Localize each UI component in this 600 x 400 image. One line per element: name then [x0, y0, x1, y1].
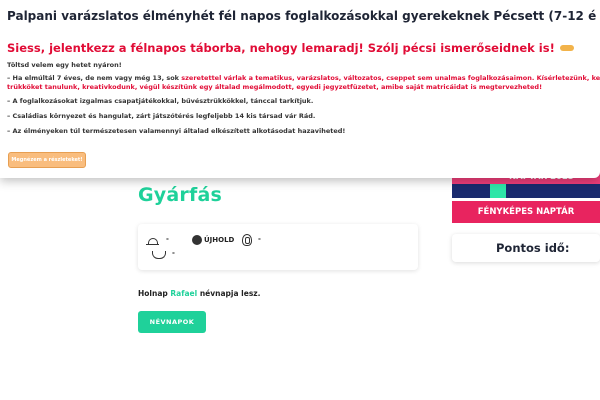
photo-calendar-button[interactable]: FÉNYKÉPES NAPTÁR: [452, 201, 600, 223]
nameday-prefix: Holnap: [138, 289, 171, 298]
page: Gyárfás - - ÚJHOLD - Holnap Rafael névna…: [0, 0, 600, 400]
popup-headline: Siess, jelentkezz a félnapos táborba, ne…: [7, 41, 574, 55]
nameday-line: Holnap Rafael névnapja lesz.: [138, 289, 261, 298]
page-title-name: Gyárfás: [138, 184, 222, 206]
pointing-hand-icon: [559, 44, 574, 51]
popup-bullet-3: – Családias környezet és hangulat, zárt …: [7, 112, 316, 120]
fingerprint-icon: [242, 234, 252, 246]
nameday-name-link[interactable]: Rafael: [170, 289, 197, 298]
weather-card: - - ÚJHOLD -: [138, 224, 418, 270]
popup-title: Palpani varázslatos élményhét fél napos …: [7, 9, 597, 23]
popup-bullet-4: – Az élményeken túl természetesen valame…: [7, 127, 346, 135]
nameday-suffix: névnapja lesz.: [197, 289, 261, 298]
popup-bullet-2: – A foglalkozásokat izgalmas csapatjáték…: [7, 97, 314, 105]
popup-bullet-1: – Ha elmúltál 7 éves, de nem vagy még 13…: [7, 74, 600, 83]
popup-headline-text: Siess, jelentkezz a félnapos táborba, ne…: [7, 41, 555, 55]
popup-bullet-1-line2: trükköket tanulunk, kreativkodunk, végül…: [7, 83, 542, 92]
promo-popup: Palpani varázslatos élményhét fél napos …: [0, 0, 600, 178]
popup-details-button[interactable]: Megnézem a részleteket!: [8, 152, 86, 168]
popup-bullet-1-prefix: – Ha elmúltál 7 éves, de nem vagy még 13…: [7, 74, 182, 82]
moon-icon: [192, 235, 202, 245]
sunrise-value: -: [166, 235, 169, 243]
popup-bullet-1-highlight-2: trükköket tanulunk, kreativkodunk, végül…: [7, 83, 543, 91]
nevnapok-button[interactable]: NÉVNAPOK: [138, 311, 206, 333]
exact-time-card: Pontos idő:: [452, 234, 600, 262]
banner-green-block: [490, 184, 506, 198]
popup-subheading: Töltsd velem egy hetet nyáron!: [7, 61, 122, 69]
moon-phase-label: ÚJHOLD: [204, 236, 235, 244]
fingerprint-value: -: [258, 235, 261, 243]
water-icon: [152, 248, 166, 260]
exact-time-title: Pontos idő:: [496, 241, 570, 255]
water-value: -: [172, 249, 175, 257]
popup-bullet-1-highlight: szeretettel várlak a tematikus, varázsla…: [181, 74, 600, 82]
sunrise-icon: [146, 234, 160, 246]
